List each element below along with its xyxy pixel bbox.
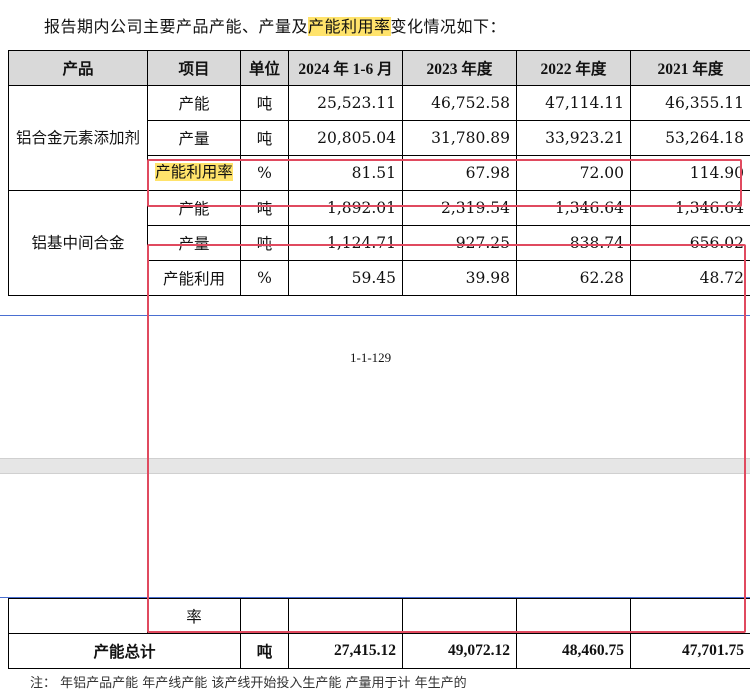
value-cell: 31,780.89 — [403, 121, 517, 156]
total-row: 产能总计 吨 27,415.12 49,072.12 48,460.75 47,… — [9, 634, 750, 669]
header-product: 产品 — [9, 51, 148, 86]
header-2023: 2023 年度 — [403, 51, 517, 86]
value-cell: 656.02 — [631, 226, 750, 261]
footer-note: 注： 年铝产品产能 年产线产能 该产线开始投入生产能 产量用于计 年生产的 — [30, 672, 467, 691]
item-cell: 产量 — [148, 121, 241, 156]
value-cell: 1,892.01 — [289, 191, 403, 226]
header-2021: 2021 年度 — [631, 51, 750, 86]
value-cell: 1,124.71 — [289, 226, 403, 261]
capacity-table-continued: 率 产能总计 吨 27,415.12 49,072.12 48,460.75 4… — [8, 598, 750, 669]
header-2022: 2022 年度 — [517, 51, 631, 86]
value-cell: 67.98 — [403, 156, 517, 191]
header-item: 项目 — [148, 51, 241, 86]
intro-text-after: 变化情况如下： — [391, 17, 507, 36]
item-cell: 产能 — [148, 86, 241, 121]
product-cell: 铝合金元素添加剂 — [9, 86, 148, 191]
table-row: 率 — [9, 599, 750, 634]
value-cell: 48.72 — [631, 261, 750, 296]
total-label: 产能总计 — [9, 634, 241, 669]
empty-cell — [241, 599, 289, 634]
page-separator — [0, 458, 750, 474]
table-row: 铝合金元素添加剂 产能 吨 25,523.11 46,752.58 47,114… — [9, 86, 750, 121]
value-cell: 62.28 — [517, 261, 631, 296]
value-cell: 114.90 — [631, 156, 750, 191]
value-cell: 46,752.58 — [403, 86, 517, 121]
highlighted-item-label: 产能利用率 — [155, 163, 233, 181]
total-value: 49,072.12 — [403, 634, 517, 669]
total-unit: 吨 — [241, 634, 289, 669]
unit-cell: % — [241, 156, 289, 191]
value-cell: 39.98 — [403, 261, 517, 296]
highlighted-text: 产能利用率 — [308, 17, 391, 36]
unit-cell: 吨 — [241, 121, 289, 156]
intro-paragraph: 报告期内公司主要产品产能、产量及产能利用率变化情况如下： — [44, 13, 506, 37]
product-cell: 铝基中间合金 — [9, 191, 148, 296]
unit-cell: 吨 — [241, 191, 289, 226]
empty-cell — [289, 599, 403, 634]
value-cell: 2,319.54 — [403, 191, 517, 226]
item-cell-highlighted: 产能利用率 — [148, 156, 241, 191]
item-cell: 产量 — [148, 226, 241, 261]
value-cell: 1,346.64 — [631, 191, 750, 226]
value-cell: 59.45 — [289, 261, 403, 296]
value-cell: 927.25 — [403, 226, 517, 261]
table-row: 铝基中间合金 产能 吨 1,892.01 2,319.54 1,346.64 1… — [9, 191, 750, 226]
value-cell: 33,923.21 — [517, 121, 631, 156]
header-unit: 单位 — [241, 51, 289, 86]
value-cell: 838.74 — [517, 226, 631, 261]
unit-cell: % — [241, 261, 289, 296]
header-2024h1: 2024 年 1-6 月 — [289, 51, 403, 86]
empty-cell — [403, 599, 517, 634]
total-value: 48,460.75 — [517, 634, 631, 669]
value-cell: 20,805.04 — [289, 121, 403, 156]
item-cell: 产能利用 — [148, 261, 241, 296]
total-value: 27,415.12 — [289, 634, 403, 669]
value-cell: 25,523.11 — [289, 86, 403, 121]
empty-cell — [9, 599, 148, 634]
value-cell: 53,264.18 — [631, 121, 750, 156]
unit-cell: 吨 — [241, 226, 289, 261]
value-cell: 47,114.11 — [517, 86, 631, 121]
value-cell: 46,355.11 — [631, 86, 750, 121]
total-value: 47,701.75 — [631, 634, 750, 669]
capacity-table: 产品 项目 单位 2024 年 1-6 月 2023 年度 2022 年度 20… — [8, 50, 750, 296]
table-header-row: 产品 项目 单位 2024 年 1-6 月 2023 年度 2022 年度 20… — [9, 51, 750, 86]
value-cell: 72.00 — [517, 156, 631, 191]
item-cell-continued: 率 — [148, 599, 241, 634]
empty-cell — [517, 599, 631, 634]
value-cell: 1,346.64 — [517, 191, 631, 226]
value-cell: 81.51 — [289, 156, 403, 191]
intro-text-before: 报告期内公司主要产品产能、产量及 — [44, 17, 308, 36]
empty-cell — [631, 599, 750, 634]
page-number: 1-1-129 — [350, 350, 391, 366]
item-cell: 产能 — [148, 191, 241, 226]
unit-cell: 吨 — [241, 86, 289, 121]
